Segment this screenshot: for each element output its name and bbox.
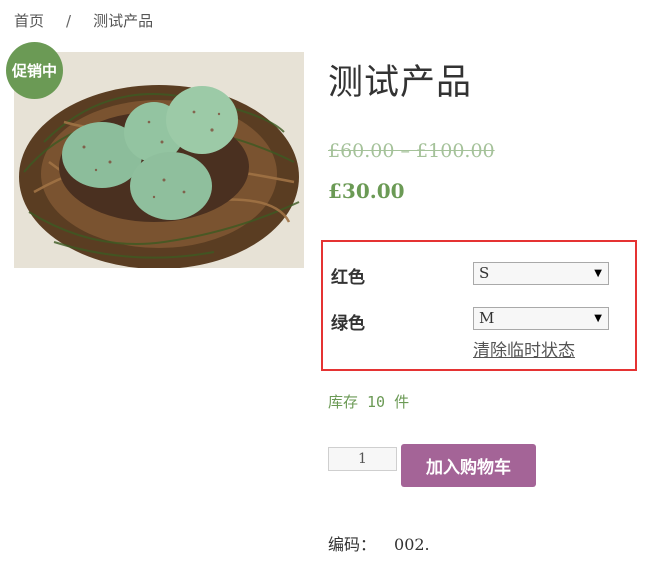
breadcrumb-separator: / <box>66 12 72 30</box>
variation-select-green-value: M <box>479 309 495 327</box>
product-title: 测试产品 <box>328 63 473 103</box>
sku-value: 002. <box>394 535 430 554</box>
variation-label-red: 红色 <box>331 268 365 288</box>
quantity-input[interactable]: 1 <box>328 447 397 471</box>
sale-price: £30.00 <box>328 179 405 203</box>
sku-label: 编码： <box>328 535 377 554</box>
breadcrumb-current: 测试产品 <box>93 12 154 30</box>
dropdown-arrow-icon: ▼ <box>594 313 602 324</box>
variation-label-green: 绿色 <box>331 314 365 334</box>
add-to-cart-button[interactable]: 加入购物车 <box>401 444 536 487</box>
original-price-range: £60.00 – £100.00 <box>328 140 495 162</box>
variations-panel: 红色 S ▼ 绿色 M ▼ 清除临时状态 <box>321 240 637 371</box>
reset-variations-link[interactable]: 清除临时状态 <box>473 336 575 361</box>
variation-select-red-value: S <box>479 264 490 282</box>
sku-meta: 编码： 002. <box>328 531 430 555</box>
variation-select-red[interactable]: S ▼ <box>473 262 609 285</box>
sale-badge: 促销中 <box>6 42 63 99</box>
variation-select-green[interactable]: M ▼ <box>473 307 609 330</box>
breadcrumb-home-link[interactable]: 首页 <box>14 12 44 30</box>
dropdown-arrow-icon: ▼ <box>594 268 602 279</box>
stock-status: 库存 10 件 <box>328 393 410 411</box>
breadcrumb: 首页 / 测试产品 <box>14 10 153 31</box>
